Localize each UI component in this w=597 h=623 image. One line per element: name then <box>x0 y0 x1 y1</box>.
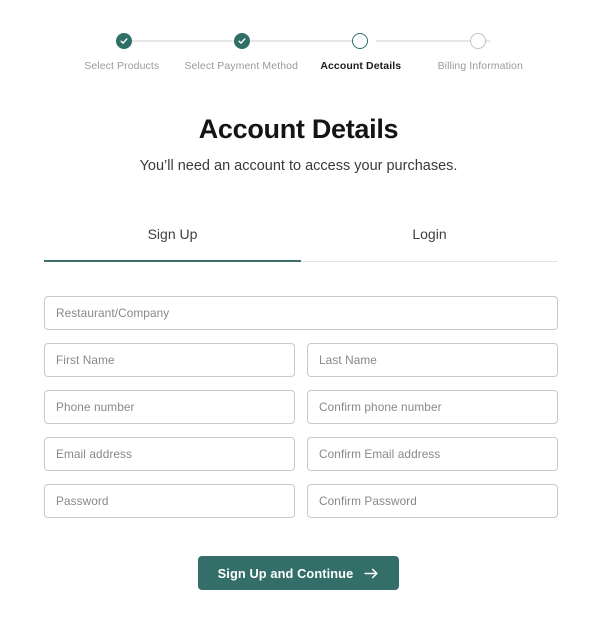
confirm-password-placeholder: Confirm Password <box>319 494 417 508</box>
step-label-billing-information: Billing Information <box>437 60 523 72</box>
account-details-page: Select Products Select Payment Method Ac… <box>0 0 597 623</box>
page-title: Account Details <box>198 114 399 144</box>
auth-tabs: Sign Up Login <box>44 226 558 262</box>
form-row-company: Restaurant/Company <box>44 296 558 330</box>
stepper-connector-2 <box>250 40 364 42</box>
form-row-email: Email address Confirm Email address <box>44 437 558 471</box>
page-subtitle: You’ll need an account to access your pu… <box>139 158 458 174</box>
phone-placeholder: Phone number <box>56 400 135 414</box>
step-node-select-payment-method[interactable] <box>234 33 250 49</box>
confirm-email-field[interactable]: Confirm Email address <box>307 437 558 471</box>
form-row-name: First Name Last Name <box>44 343 558 377</box>
checkout-stepper: Select Products Select Payment Method Ac… <box>62 33 540 83</box>
step-label-account-details: Account Details <box>320 60 402 72</box>
check-icon <box>120 38 128 44</box>
email-field[interactable]: Email address <box>44 437 295 471</box>
confirm-phone-placeholder: Confirm phone number <box>319 400 442 414</box>
email-placeholder: Email address <box>56 447 133 461</box>
tab-sign-up-label: Sign Up <box>147 226 198 242</box>
sign-up-and-continue-label: Sign Up and Continue <box>217 565 354 581</box>
tab-login[interactable]: Login <box>301 226 558 261</box>
first-name-field[interactable]: First Name <box>44 343 295 377</box>
first-name-placeholder: First Name <box>56 353 115 367</box>
step-node-billing-information[interactable] <box>470 33 486 49</box>
step-node-account-details[interactable] <box>352 33 368 49</box>
submit-row: Sign Up and Continue <box>0 556 597 590</box>
step-label-select-payment-method: Select Payment Method <box>184 60 299 72</box>
form-row-phone: Phone number Confirm phone number <box>44 390 558 424</box>
arrow-right-icon <box>364 567 379 580</box>
confirm-email-placeholder: Confirm Email address <box>319 447 441 461</box>
company-placeholder: Restaurant/Company <box>56 306 170 320</box>
sign-up-form: Restaurant/Company First Name Last Name … <box>44 296 558 531</box>
last-name-placeholder: Last Name <box>319 353 377 367</box>
stepper-labels: Select Products Select Payment Method Ac… <box>62 60 540 72</box>
check-icon <box>238 38 246 44</box>
tab-sign-up[interactable]: Sign Up <box>44 226 301 262</box>
step-label-select-products: Select Products <box>84 60 160 72</box>
step-node-select-products[interactable] <box>116 33 132 49</box>
password-placeholder: Password <box>56 494 109 508</box>
confirm-phone-field[interactable]: Confirm phone number <box>307 390 558 424</box>
stepper-connector-1 <box>124 40 238 42</box>
last-name-field[interactable]: Last Name <box>307 343 558 377</box>
tab-login-label: Login <box>412 226 447 242</box>
sign-up-and-continue-button[interactable]: Sign Up and Continue <box>197 556 400 590</box>
company-field[interactable]: Restaurant/Company <box>44 296 558 330</box>
stepper-track <box>62 33 540 49</box>
form-row-password: Password Confirm Password <box>44 484 558 518</box>
phone-field[interactable]: Phone number <box>44 390 295 424</box>
confirm-password-field[interactable]: Confirm Password <box>307 484 558 518</box>
password-field[interactable]: Password <box>44 484 295 518</box>
